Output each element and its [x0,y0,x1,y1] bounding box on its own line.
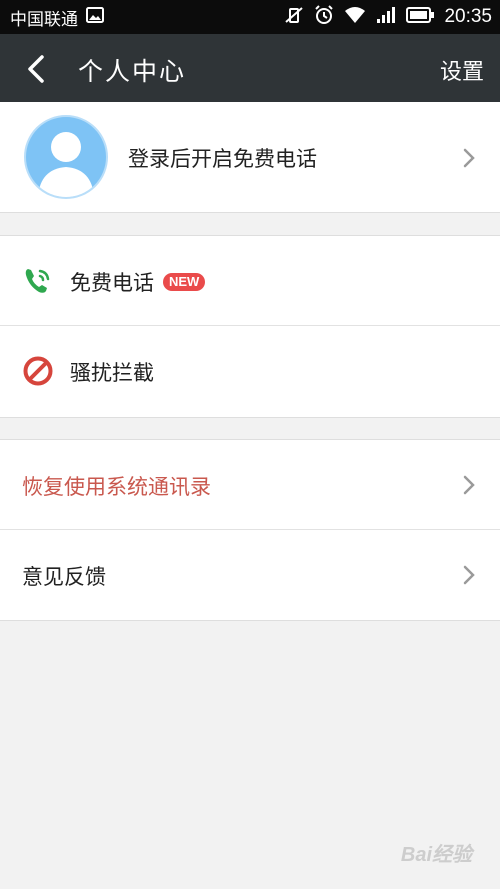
restore-contacts-label: 恢复使用系统通讯录 [22,475,211,499]
free-call-label: 免费电话 [70,271,154,295]
chevron-right-icon [463,148,475,168]
signal-icon [376,6,406,29]
new-badge: NEW [163,273,206,291]
harassment-block-row[interactable]: 骚扰拦截 [0,326,500,416]
block-icon [23,356,53,386]
battery-icon [406,6,444,28]
settings-section: 恢复使用系统通讯录 意见反馈 [0,439,500,621]
clock-time: 20:35 [444,6,492,27]
alarm-icon [314,4,344,30]
harassment-block-label: 骚扰拦截 [70,361,154,385]
feedback-label: 意见反馈 [22,565,106,589]
services-section: 免费电话 骚扰拦截 [0,235,500,418]
phone-icon [25,269,50,293]
page-title: 个人中心 [78,57,187,86]
free-call-row[interactable]: 免费电话 [0,236,500,326]
status-bar: 中国联通 20:35 [0,0,500,34]
login-profile-row[interactable]: 登录后开启免费电话 [0,102,500,213]
chevron-right-icon [463,475,475,495]
login-prompt: 登录后开启免费电话 [128,147,317,171]
navigation-bar: 个人中心 设置 [0,34,500,102]
feedback-row[interactable]: 意见反馈 [0,530,500,620]
wifi-icon [344,6,376,29]
back-button[interactable] [18,51,54,87]
carrier-name: 中国联通 [10,9,78,30]
mute-vibrate-icon [284,6,314,29]
back-icon [28,55,44,83]
chevron-right-icon [463,565,475,585]
image-icon [86,6,104,28]
default-avatar-icon [24,115,108,199]
settings-button[interactable]: 设置 [440,54,484,86]
restore-contacts-row[interactable]: 恢复使用系统通讯录 [0,440,500,530]
baidu-watermark: Bai经验 [400,844,472,866]
